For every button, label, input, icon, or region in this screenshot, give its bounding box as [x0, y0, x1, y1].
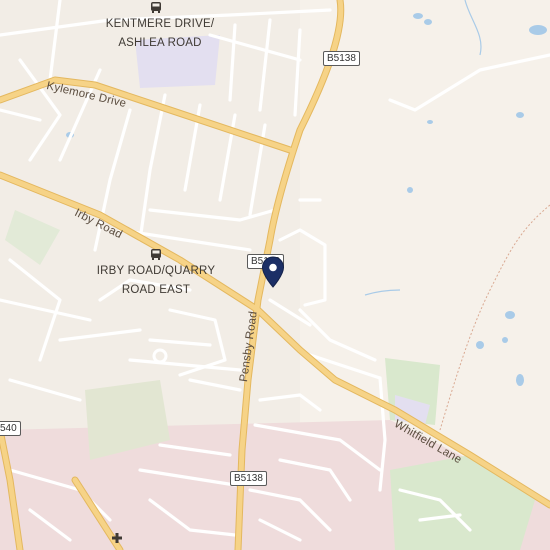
location-pin-icon[interactable]: [261, 256, 285, 293]
bus-stop-label-irby-line2: ROAD EAST: [121, 284, 191, 296]
bus-stop-label-irby-line1: IRBY ROAD/QUARRY: [96, 265, 216, 277]
bus-stop-label-irby: IRBY ROAD/QUARRY ROAD EAST: [86, 262, 226, 300]
map-canvas[interactable]: Kylemore Drive Irby Road Pensby Road Whi…: [0, 0, 550, 550]
bus-stop-label-kentmere-line2: ASHLEA ROAD: [118, 37, 202, 49]
medical-cross-icon[interactable]: [111, 531, 123, 549]
bus-stop-label-kentmere: KENTMERE DRIVE/ ASHLEA ROAD: [90, 15, 230, 53]
route-shield-b5138-bottom: B5138: [230, 471, 267, 486]
route-shield-b5138-top: B5138: [323, 51, 360, 66]
route-shield-540: 540: [0, 421, 21, 436]
bus-stop-label-kentmere-line1: KENTMERE DRIVE/: [105, 18, 215, 30]
